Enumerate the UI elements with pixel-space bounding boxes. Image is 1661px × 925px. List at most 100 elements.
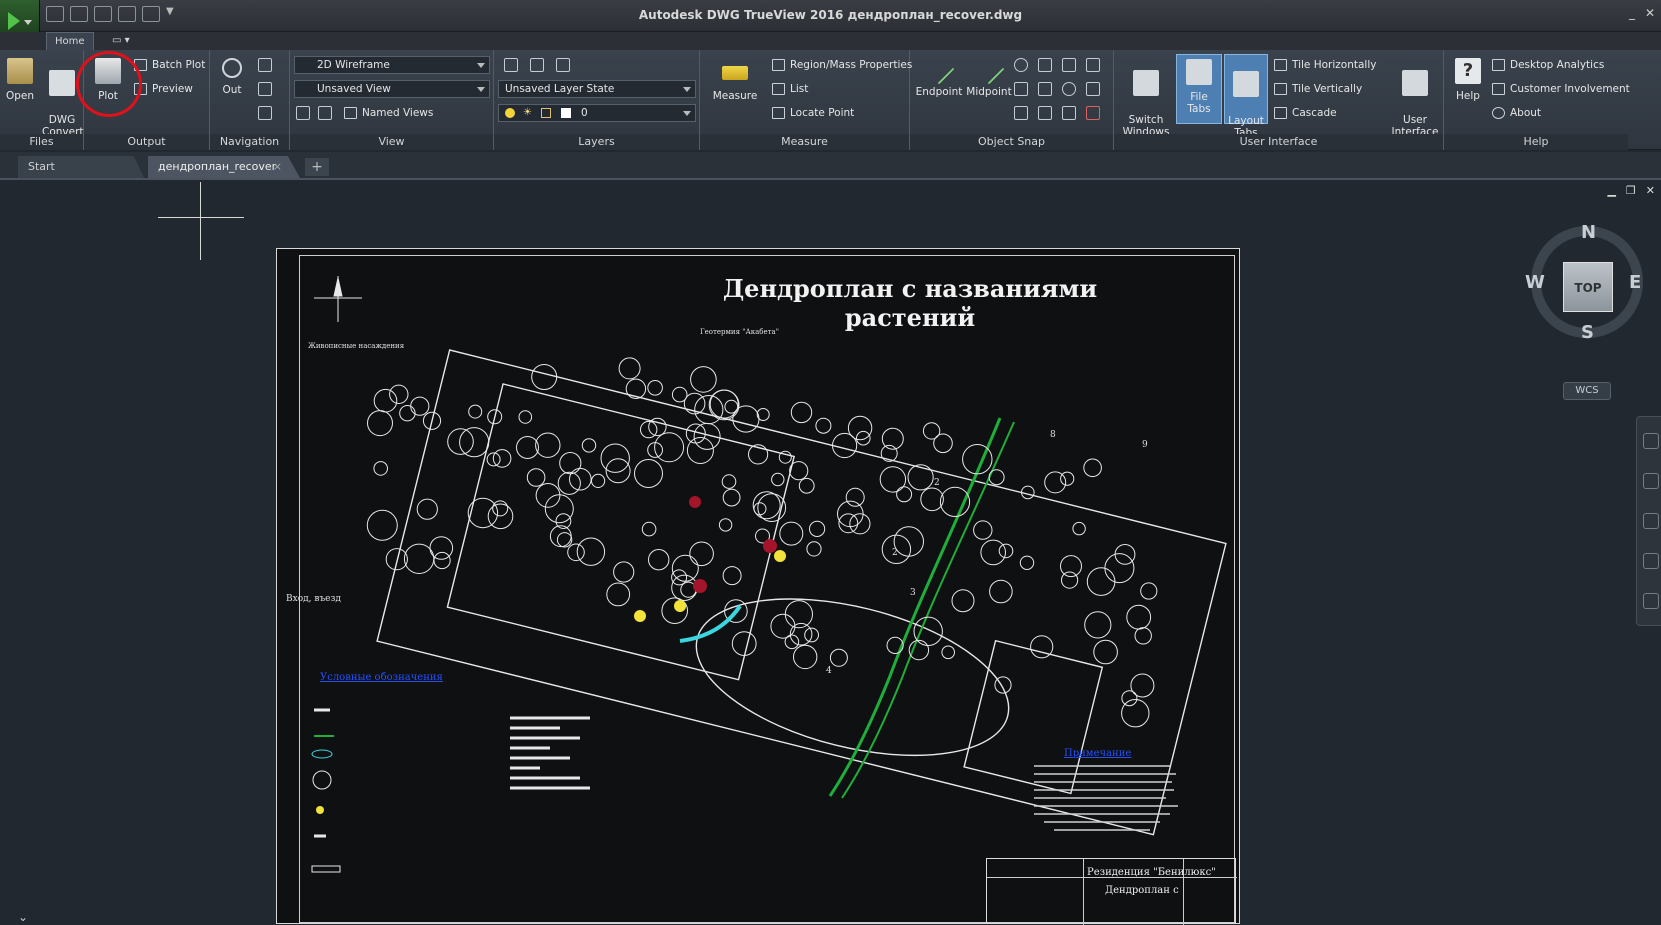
compass-west[interactable]: W [1525, 272, 1545, 293]
viewcube[interactable]: TOP N S E W [1525, 220, 1649, 344]
compass-north[interactable]: N [1581, 222, 1596, 243]
batch-plot-button[interactable]: Batch Plot [132, 56, 205, 74]
cascade-button[interactable]: Cascade [1272, 104, 1337, 122]
layer-properties-icon[interactable] [504, 58, 518, 72]
tree-symbol [771, 472, 785, 487]
about-label: About [1510, 107, 1542, 119]
panel-label-help: Help [1444, 134, 1628, 150]
caret-icon [683, 87, 691, 92]
clear-snap-icon[interactable] [1086, 106, 1100, 120]
perpendicular-snap-icon[interactable] [1014, 106, 1028, 120]
nearest-snap-icon[interactable] [1086, 82, 1100, 96]
tree-symbol [516, 436, 539, 459]
node-snap-icon[interactable] [1014, 82, 1028, 96]
minimize-icon[interactable]: _ [1629, 6, 1635, 20]
endpoint-button[interactable]: Endpoint [914, 53, 964, 98]
tile-vertically-button[interactable]: Tile Vertically [1272, 80, 1362, 98]
drawing-canvas[interactable]: ▁ ❐ ✕ Дендроплан с названиями растений Г… [0, 182, 1661, 925]
zoom-extents-icon[interactable] [1643, 513, 1659, 529]
tree-symbol [980, 539, 1007, 566]
tab-drawing[interactable]: дендроплан_recover × [148, 156, 300, 178]
list-button[interactable]: List [770, 80, 808, 98]
steering-wheel-icon[interactable] [258, 106, 272, 120]
help-button[interactable]: ? Help [1448, 58, 1488, 102]
customer-involvement-button[interactable]: Customer Involvement [1490, 80, 1630, 98]
tree-symbol [1083, 458, 1102, 478]
compass-south[interactable]: S [1581, 322, 1594, 343]
named-views-button[interactable]: Named Views [342, 104, 433, 122]
tree-symbol [1019, 555, 1035, 570]
document-convert-icon [49, 70, 75, 96]
pond-edge [679, 604, 742, 643]
user-interface-button[interactable]: User Interface [1390, 58, 1440, 138]
visual-style-dropdown[interactable]: 2D Wireframe [294, 56, 490, 74]
locate-point-button[interactable]: Locate Point [770, 104, 854, 122]
tab-extra-icon: ▭ ▾ [112, 35, 130, 46]
tab-extra[interactable]: ▭ ▾ [104, 32, 138, 50]
quadrant-snap-icon[interactable] [1062, 82, 1076, 96]
site-plan-graphic [311, 276, 1227, 873]
close-viewport-icon[interactable]: ✕ [1646, 184, 1655, 197]
file-tabs-button[interactable]: File Tabs [1176, 54, 1222, 124]
wcs-menu[interactable]: WCS [1563, 382, 1611, 400]
view-manager-icon[interactable] [296, 106, 310, 120]
dwg-convert-button[interactable]: DWG Convert [42, 58, 84, 138]
tree-symbol [1134, 627, 1152, 645]
tree-symbol [798, 477, 815, 494]
tree-symbol [718, 518, 733, 532]
caret-icon [477, 87, 485, 92]
add-tab-button[interactable]: + [305, 158, 329, 176]
tab-start[interactable]: Start [18, 156, 144, 178]
tree-symbol [556, 532, 573, 548]
region-mass-button[interactable]: Region/Mass Properties [770, 56, 912, 74]
tab-home[interactable]: Home [46, 32, 94, 50]
tree-symbol [447, 428, 474, 455]
viewcube-top-face[interactable]: TOP [1563, 262, 1613, 312]
named-view-dropdown[interactable]: Unsaved View [294, 80, 490, 98]
about-button[interactable]: About [1490, 104, 1541, 122]
tree-symbol [790, 401, 813, 424]
tangent-snap-icon[interactable] [1038, 82, 1052, 96]
open-button[interactable]: Open [0, 58, 40, 102]
tree-symbol [933, 433, 953, 454]
tree-symbol [770, 613, 796, 639]
steering-wheel-icon[interactable] [1643, 433, 1659, 449]
parallel-snap-icon[interactable] [1038, 106, 1052, 120]
close-icon[interactable]: ✕ [1645, 6, 1655, 20]
midpoint-label: Midpoint [966, 86, 1012, 98]
compass-east[interactable]: E [1629, 272, 1641, 293]
switch-windows-button[interactable]: Switch Windows [1122, 58, 1170, 138]
insertion-snap-icon[interactable] [1062, 106, 1076, 120]
measure-button[interactable]: Measure [712, 58, 758, 102]
apparent-intersection-icon[interactable] [1062, 58, 1076, 72]
showmotion-icon[interactable] [1643, 593, 1659, 609]
restore-viewport-icon[interactable]: ❐ [1626, 184, 1636, 197]
cursor-crosshair [200, 182, 201, 260]
pan-icon[interactable] [1643, 473, 1659, 489]
out-label: Out [222, 84, 242, 96]
current-layer-dropdown[interactable]: ☀ 0 [498, 104, 696, 122]
tree-symbol [922, 422, 941, 440]
midpoint-button[interactable]: Midpoint [964, 53, 1014, 98]
zoom-out-button[interactable]: Out [212, 58, 252, 96]
named-views-label: Named Views [362, 107, 434, 119]
minimize-viewport-icon[interactable]: ▁ [1607, 184, 1615, 197]
layer-freeze-icon[interactable] [530, 58, 544, 72]
intersection-snap-icon[interactable] [1038, 58, 1052, 72]
layer-state-dropdown[interactable]: Unsaved Layer State [498, 80, 696, 98]
extension-snap-icon[interactable] [1086, 58, 1100, 72]
tree-symbol [671, 386, 688, 403]
navigation-bar [1636, 416, 1661, 626]
center-snap-icon[interactable] [1014, 58, 1028, 72]
pan-icon[interactable] [258, 58, 272, 72]
view-cube-icon[interactable] [318, 106, 332, 120]
layout-tabs-button[interactable]: Layout Tabs [1224, 54, 1268, 139]
tile-horizontally-button[interactable]: Tile Horizontally [1272, 56, 1376, 74]
tree-symbol [648, 549, 670, 571]
desktop-analytics-button[interactable]: Desktop Analytics [1490, 56, 1604, 74]
orbit-icon[interactable] [1643, 553, 1659, 569]
flowerbed-marker [763, 539, 777, 553]
layer-match-icon[interactable] [556, 58, 570, 72]
close-tab-icon[interactable]: × [273, 156, 282, 178]
orbit-icon[interactable] [258, 82, 272, 96]
